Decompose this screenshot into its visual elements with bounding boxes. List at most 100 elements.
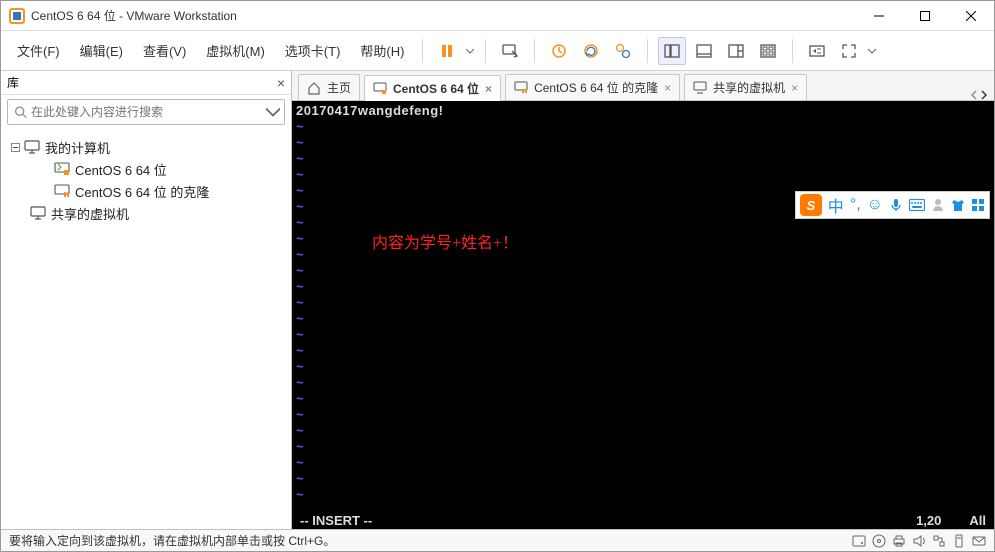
manage-snapshot-button[interactable] xyxy=(609,37,637,65)
ime-skin-button[interactable] xyxy=(951,198,965,212)
ime-toolbox-button[interactable] xyxy=(971,198,985,212)
vim-tilde: ~ xyxy=(296,343,304,358)
shared-vm-icon xyxy=(693,81,707,95)
menu-view[interactable]: 查看(V) xyxy=(135,37,194,64)
view-thumbnail-button[interactable] xyxy=(658,37,686,65)
ime-punct-button[interactable]: °, xyxy=(850,196,861,214)
monitor-icon xyxy=(23,140,41,154)
vim-tilde: ~ xyxy=(296,119,304,134)
tray-usb-icon[interactable] xyxy=(952,534,966,548)
pause-dropdown[interactable] xyxy=(465,47,475,55)
collapse-icon[interactable] xyxy=(9,141,21,153)
view-console-button[interactable] xyxy=(722,37,750,65)
app-icon xyxy=(9,8,25,24)
search-box[interactable] xyxy=(7,99,285,125)
fullscreen-button[interactable] xyxy=(835,37,863,65)
menu-bar: 文件(F) 编辑(E) 查看(V) 虚拟机(M) 选项卡(T) 帮助(H) xyxy=(1,31,994,71)
view-unity-button[interactable] xyxy=(754,37,782,65)
vim-tilde: ~ xyxy=(296,279,304,294)
revert-snapshot-button[interactable] xyxy=(577,37,605,65)
vim-tilde: ~ xyxy=(296,471,304,486)
window-title: CentOS 6 64 位 - VMware Workstation xyxy=(31,7,237,24)
vim-tilde: ~ xyxy=(296,375,304,390)
vim-tilde: ~ xyxy=(296,295,304,310)
ime-toolbar[interactable]: S 中 °, ☺ xyxy=(795,191,990,219)
annotation-text: 内容为学号+姓名+！ xyxy=(372,229,518,253)
status-tray xyxy=(852,534,986,548)
vim-tilde: ~ xyxy=(296,327,304,342)
separator xyxy=(422,39,423,63)
tray-cd-icon[interactable] xyxy=(872,534,886,548)
tree-item-centos[interactable]: CentOS 6 64 位 xyxy=(5,158,287,180)
tree-item-centos-clone[interactable]: CentOS 6 64 位 的克隆 xyxy=(5,180,287,202)
tab-shared[interactable]: 共享的虚拟机 × xyxy=(684,74,807,100)
tab-centos[interactable]: CentOS 6 64 位 × xyxy=(364,75,501,101)
tab-home[interactable]: 主页 xyxy=(298,74,360,100)
vim-tilde: ~ xyxy=(296,135,304,150)
sogou-logo-icon[interactable]: S xyxy=(800,194,822,216)
tree-label: 共享的虚拟机 xyxy=(51,204,129,223)
vm-paused-icon xyxy=(514,81,528,95)
vim-tilde: ~ xyxy=(296,199,304,214)
send-ctrl-alt-del-button[interactable] xyxy=(496,37,524,65)
minimize-button[interactable] xyxy=(856,1,902,31)
menu-file[interactable]: 文件(F) xyxy=(9,37,68,64)
vim-mode: -- INSERT -- xyxy=(300,513,372,528)
pause-button[interactable] xyxy=(433,37,461,65)
tab-next-button[interactable] xyxy=(980,90,988,100)
vim-cursor-pos: 1,20 xyxy=(916,513,941,528)
ime-user-button[interactable] xyxy=(931,198,945,212)
close-button[interactable] xyxy=(948,1,994,31)
vim-tilde: ~ xyxy=(296,423,304,438)
tray-printer-icon[interactable] xyxy=(892,534,906,548)
vm-running-icon xyxy=(53,162,71,176)
search-icon xyxy=(14,105,27,119)
separator xyxy=(792,39,793,63)
tab-nav xyxy=(970,90,988,100)
ime-voice-button[interactable] xyxy=(889,198,903,212)
quick-switch-button[interactable] xyxy=(803,37,831,65)
vim-scroll: All xyxy=(969,513,986,528)
tab-close-button[interactable]: × xyxy=(485,82,492,96)
tab-centos-clone[interactable]: CentOS 6 64 位 的克隆 × xyxy=(505,74,680,100)
maximize-button[interactable] xyxy=(902,1,948,31)
ime-keyboard-button[interactable] xyxy=(909,199,925,211)
snapshot-button[interactable] xyxy=(545,37,573,65)
tab-prev-button[interactable] xyxy=(970,90,978,100)
vim-tilde: ~ xyxy=(296,263,304,278)
vm-paused-icon xyxy=(53,184,71,198)
sidebar-header: 库 × xyxy=(1,71,291,95)
vim-tilde: ~ xyxy=(296,439,304,454)
tray-sound-icon[interactable] xyxy=(912,534,926,548)
tab-label: 主页 xyxy=(327,79,351,96)
menu-help[interactable]: 帮助(H) xyxy=(352,37,412,64)
sidebar-search xyxy=(1,95,291,130)
tray-message-icon[interactable] xyxy=(972,534,986,548)
menu-edit[interactable]: 编辑(E) xyxy=(72,37,131,64)
vim-tilde: ~ xyxy=(296,215,304,230)
work-area: 库 × 我的计算机 CentOS 6 64 位 CentOS 6 64 位 xyxy=(1,71,994,529)
search-input[interactable] xyxy=(31,105,260,119)
tray-disk-icon[interactable] xyxy=(852,534,866,548)
menu-tabs[interactable]: 选项卡(T) xyxy=(277,37,349,64)
tab-label: 共享的虚拟机 xyxy=(713,79,785,96)
ime-emoji-button[interactable]: ☺ xyxy=(867,196,883,214)
tab-close-button[interactable]: × xyxy=(791,81,798,95)
tab-label: CentOS 6 64 位 xyxy=(393,80,479,97)
menu-vm[interactable]: 虚拟机(M) xyxy=(198,37,273,64)
view-single-button[interactable] xyxy=(690,37,718,65)
library-tree: 我的计算机 CentOS 6 64 位 CentOS 6 64 位 的克隆 共享… xyxy=(1,130,291,529)
search-dropdown[interactable] xyxy=(266,105,280,119)
vim-tilde: ~ xyxy=(296,487,304,502)
separator xyxy=(534,39,535,63)
vim-tilde: ~ xyxy=(296,231,304,246)
ime-lang-button[interactable]: 中 xyxy=(828,193,844,217)
vm-console[interactable]: 20170417wangdefeng! 内容为学号+姓名+！ ~~~~~~~~~… xyxy=(292,101,994,529)
tab-close-button[interactable]: × xyxy=(664,81,671,95)
fullscreen-dropdown[interactable] xyxy=(867,47,877,55)
tray-network-icon[interactable] xyxy=(932,534,946,548)
separator xyxy=(485,39,486,63)
tree-root-my-computer[interactable]: 我的计算机 xyxy=(5,136,287,158)
sidebar-close-button[interactable]: × xyxy=(277,75,285,91)
tree-shared-vms[interactable]: 共享的虚拟机 xyxy=(5,202,287,224)
